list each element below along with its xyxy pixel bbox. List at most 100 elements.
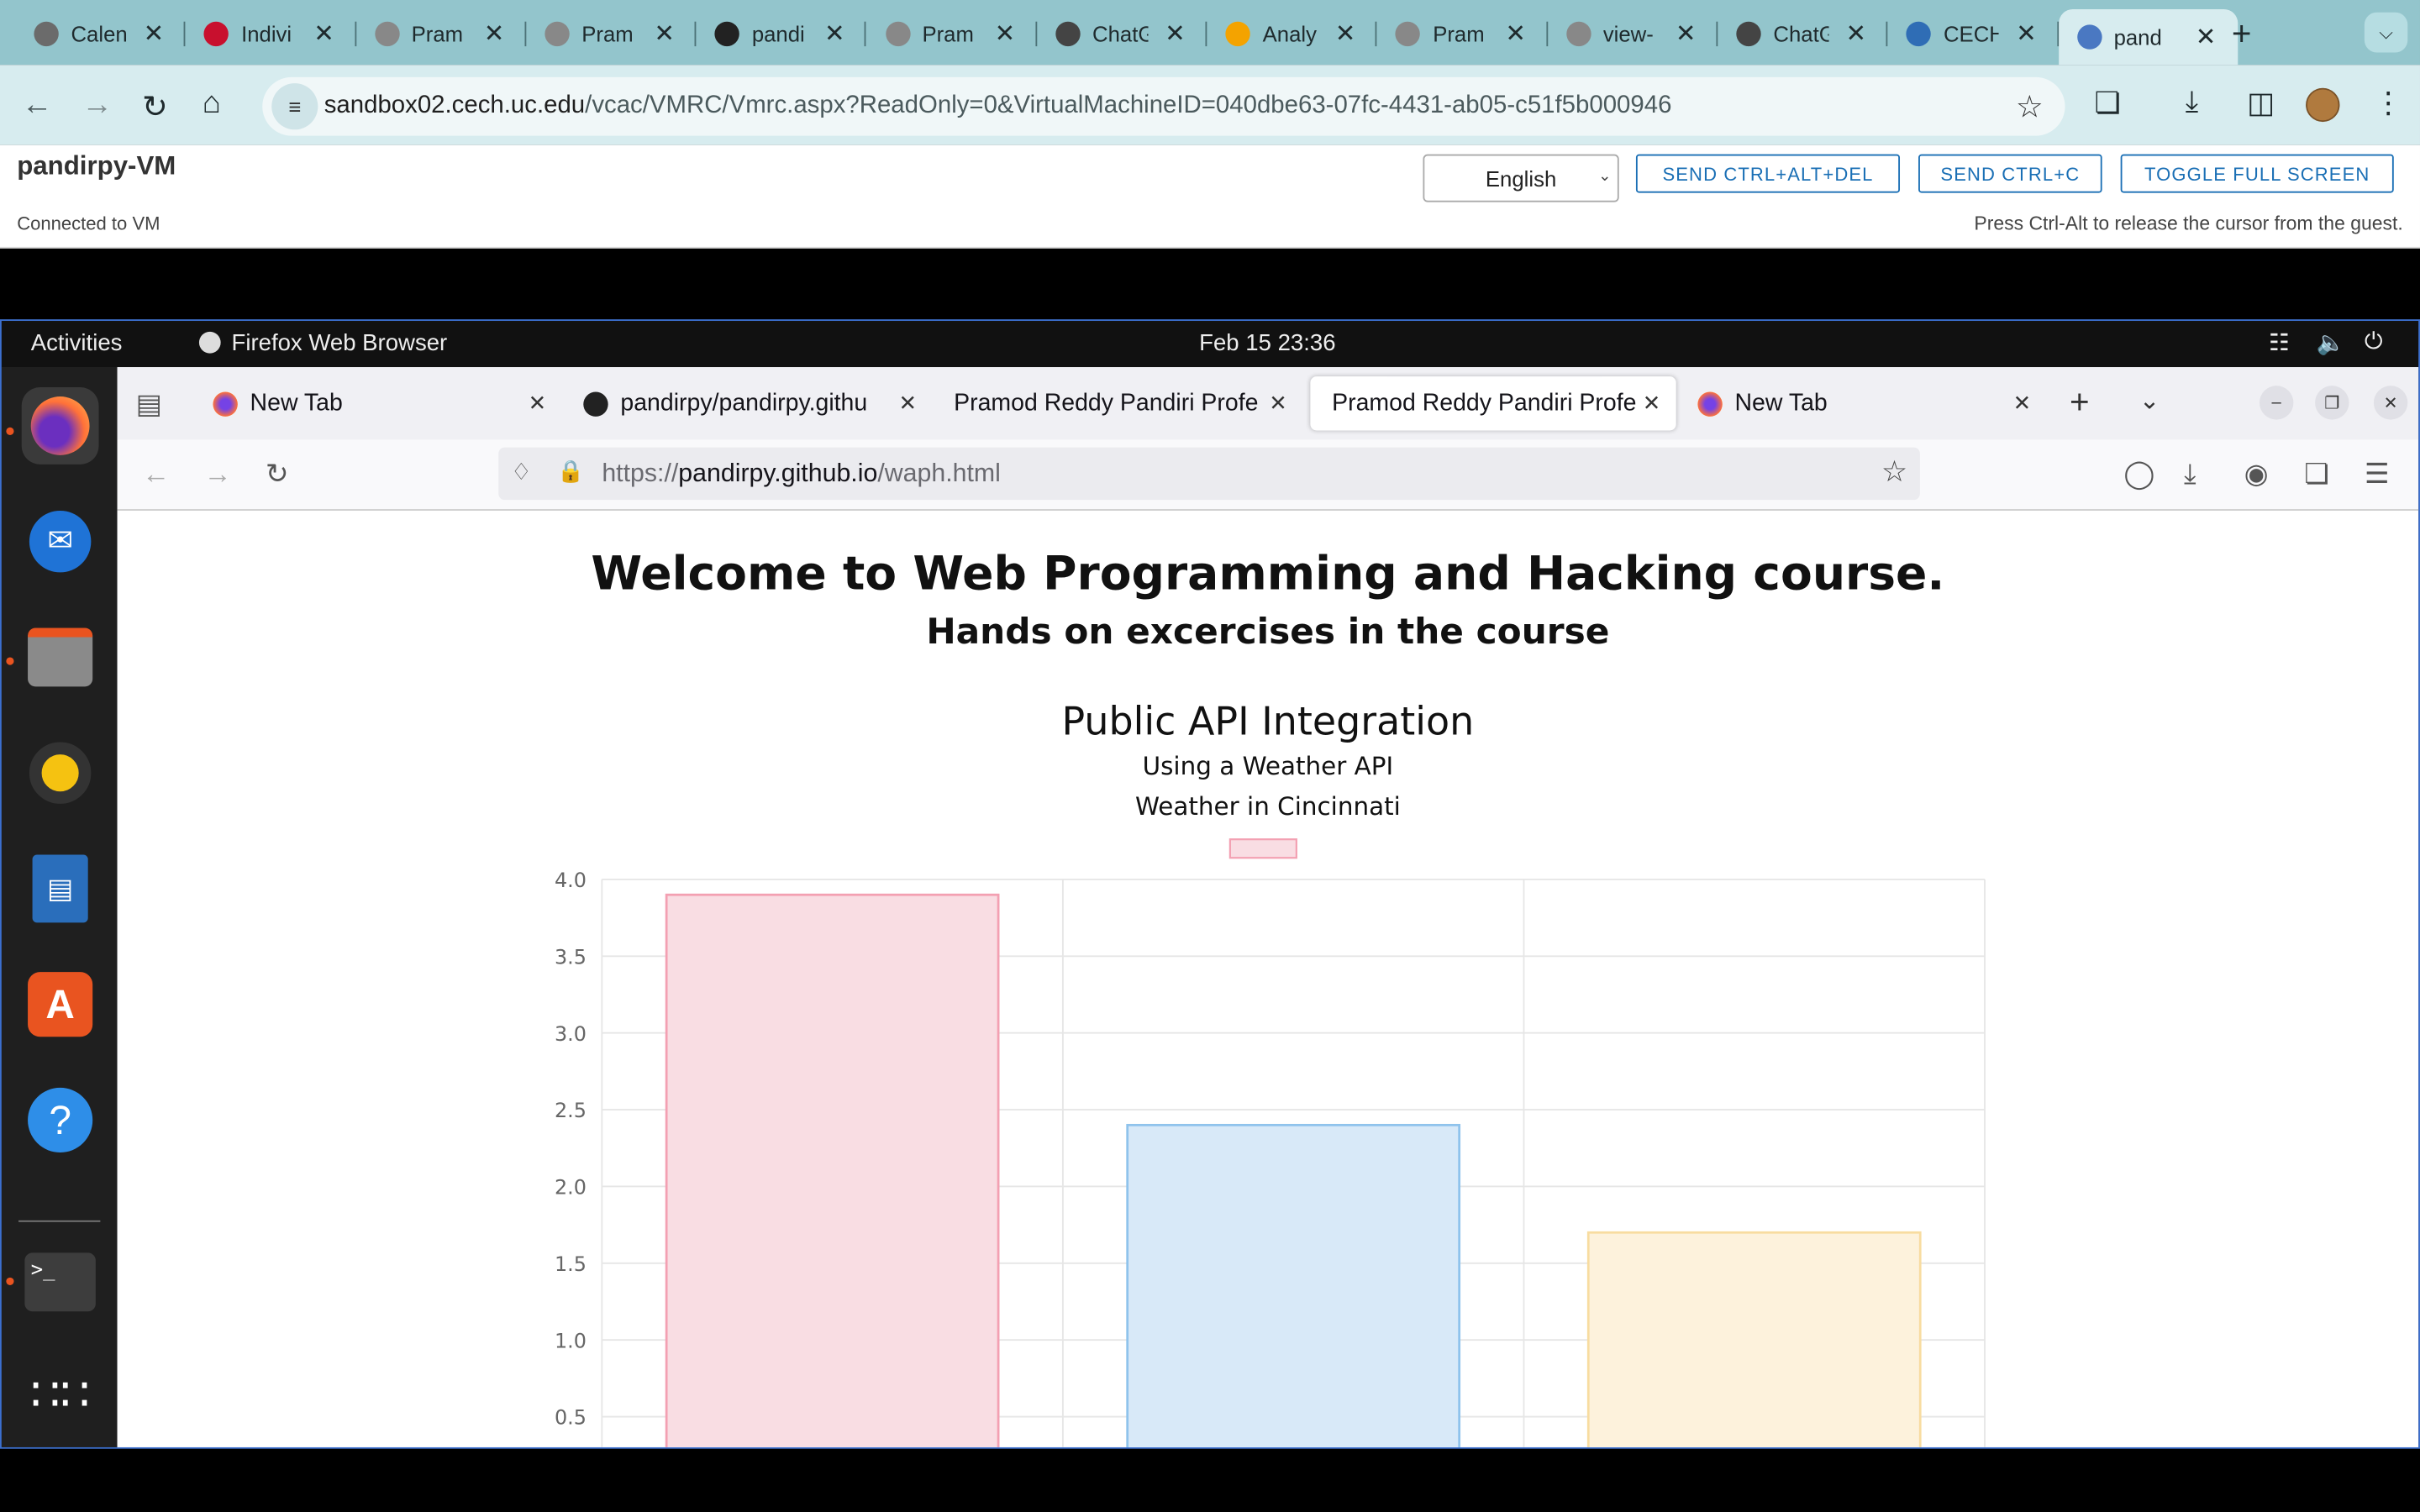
- thunderbird-icon[interactable]: ✉: [22, 503, 99, 580]
- tab-title: Pram: [581, 20, 634, 46]
- close-tab-icon[interactable]: ✕: [1505, 18, 1526, 49]
- terminal-icon[interactable]: >_: [22, 1243, 99, 1320]
- chrome-tab[interactable]: ChatG ✕: [1037, 11, 1208, 55]
- extensions-icon[interactable]: ❏: [2304, 459, 2329, 491]
- send-ctrl-c-button[interactable]: SEND CTRL+C: [1918, 154, 2102, 193]
- restore-icon[interactable]: ❐: [2315, 386, 2349, 420]
- back-icon[interactable]: ←: [142, 459, 170, 491]
- close-tab-icon[interactable]: ✕: [1335, 18, 1356, 49]
- firefox-icon[interactable]: [21, 387, 99, 465]
- firefox-url-bar[interactable]: ♢ 🔒 https://pandirpy.github.io/waph.html…: [498, 447, 1920, 501]
- tab-title: pand: [2113, 24, 2162, 50]
- bookmark-star-icon[interactable]: ☆: [2016, 88, 2044, 127]
- chrome-tab[interactable]: Indivi ✕: [186, 11, 357, 55]
- chrome-reload-icon[interactable]: ↻: [142, 88, 168, 127]
- chrome-back-icon[interactable]: ←: [22, 88, 53, 123]
- close-tab-icon[interactable]: ✕: [2016, 18, 2037, 49]
- close-tab-icon[interactable]: ✕: [1643, 391, 1661, 417]
- chrome-menu-icon[interactable]: ⋮: [2374, 87, 2403, 122]
- app-center-icon[interactable]: A: [22, 966, 99, 1043]
- chrome-tab[interactable]: view- ✕: [1548, 11, 1718, 55]
- close-window-icon[interactable]: ✕: [2373, 386, 2408, 420]
- downloads-icon[interactable]: ⤓: [2184, 459, 2196, 491]
- app-menu[interactable]: Firefox Web Browser: [198, 330, 447, 356]
- new-tab-plus-icon[interactable]: +: [2070, 383, 2090, 423]
- firefox-tab[interactable]: pandirpy/pandirpy.githu ✕: [562, 376, 933, 430]
- tab-title: Pram: [1433, 20, 1485, 46]
- github-favicon: [583, 391, 608, 416]
- firefox-view-icon[interactable]: ▤: [136, 389, 162, 422]
- profile-avatar[interactable]: [2306, 87, 2340, 123]
- help-icon[interactable]: ?: [22, 1082, 99, 1159]
- close-tab-icon[interactable]: ✕: [824, 18, 845, 49]
- chrome-forward-icon[interactable]: →: [82, 88, 113, 123]
- close-tab-icon[interactable]: ✕: [654, 18, 675, 49]
- close-tab-icon[interactable]: ✕: [2013, 391, 2032, 417]
- language-select[interactable]: English ⌄: [1423, 154, 1619, 202]
- chrome-tab[interactable]: Pram ✕: [356, 11, 527, 55]
- vm-console[interactable]: Activities Firefox Web Browser Feb 15 23…: [0, 319, 2420, 1449]
- bookmark-star-icon[interactable]: ☆: [1881, 455, 1907, 491]
- tab-favicon: [374, 20, 399, 46]
- chrome-tab-strip: Calen ✕ Indivi ✕ Pram ✕ Pram ✕ pandi ✕ Pram ✕ ChatG ✕…: [0, 0, 2420, 66]
- close-tab-icon[interactable]: ✕: [529, 391, 547, 417]
- chrome-tab[interactable]: Analy ✕: [1207, 11, 1378, 55]
- files-icon[interactable]: [22, 619, 99, 696]
- close-tab-icon[interactable]: ✕: [2196, 22, 2217, 53]
- tab-title: New Tab: [250, 389, 343, 416]
- close-tab-icon[interactable]: ✕: [1165, 18, 1186, 49]
- show-apps-icon[interactable]: ∷∷: [22, 1356, 99, 1433]
- volume-icon[interactable]: 🔈: [2317, 328, 2345, 356]
- libreoffice-writer-icon[interactable]: ▤: [22, 850, 99, 927]
- rhythmbox-icon[interactable]: [22, 734, 99, 811]
- minimize-icon[interactable]: –: [2259, 386, 2294, 420]
- firefox-window: ▤ New Tab ✕ pandirpy/pandirpy.githu ✕ Pram…: [117, 367, 2419, 1447]
- close-tab-icon[interactable]: ✕: [144, 18, 165, 49]
- clock[interactable]: Feb 15 23:36: [1199, 330, 1335, 356]
- dock-separator: [18, 1220, 101, 1222]
- chrome-tab[interactable]: CECH ✕: [1888, 11, 2059, 55]
- activities-button[interactable]: Activities: [31, 330, 123, 356]
- chrome-home-icon[interactable]: ⌂: [203, 87, 221, 122]
- close-tab-icon[interactable]: ✕: [1676, 18, 1697, 49]
- tab-title: Indivi: [241, 20, 292, 46]
- chrome-tab[interactable]: Pram ✕: [866, 11, 1038, 55]
- close-tab-icon[interactable]: ✕: [1846, 18, 1867, 49]
- tracking-protection-shield-icon[interactable]: ♢: [511, 459, 532, 486]
- toggle-full-screen-button[interactable]: TOGGLE FULL SCREEN: [2120, 154, 2394, 193]
- chrome-tab[interactable]: Pram ✕: [1377, 11, 1549, 55]
- site-info-icon[interactable]: ≡: [271, 83, 318, 130]
- extensions-icon[interactable]: ❏: [2094, 87, 2120, 122]
- tab-title: Pramod Reddy Pandiri Profe: [1332, 389, 1637, 416]
- pocket-icon[interactable]: ◯: [2123, 459, 2154, 491]
- lock-icon[interactable]: 🔒: [557, 459, 584, 485]
- firefox-tab[interactable]: New Tab ✕: [192, 376, 562, 430]
- firefox-tab[interactable]: Pramod Reddy Pandiri Profe ✕: [932, 376, 1302, 430]
- downloads-icon[interactable]: ⤓: [2186, 87, 2198, 120]
- chrome-tab-active[interactable]: pand ✕: [2058, 9, 2238, 66]
- hamburger-menu-icon[interactable]: ☰: [2365, 459, 2390, 491]
- close-tab-icon[interactable]: ✕: [898, 391, 917, 417]
- list-all-tabs-icon[interactable]: ⌄: [2139, 386, 2160, 417]
- close-tab-icon[interactable]: ✕: [484, 18, 505, 49]
- firefox-tab-active[interactable]: Pramod Reddy Pandiri Profe ✕: [1310, 376, 1676, 431]
- close-tab-icon[interactable]: ✕: [1269, 391, 1287, 417]
- gnome-top-bar: Activities Firefox Web Browser Feb 15 23…: [1, 321, 2419, 368]
- send-ctrl-alt-del-button[interactable]: SEND CTRL+ALT+DEL: [1635, 154, 1901, 193]
- close-tab-icon[interactable]: ✕: [313, 18, 334, 49]
- firefox-tab[interactable]: New Tab ✕: [1676, 376, 2047, 430]
- forward-icon[interactable]: →: [203, 459, 231, 491]
- account-icon[interactable]: ◉: [2244, 459, 2269, 491]
- chrome-tab-search-icon[interactable]: ⌵: [2364, 12, 2408, 53]
- chrome-tab[interactable]: Pram ✕: [526, 11, 697, 55]
- chrome-tab[interactable]: pandi ✕: [697, 11, 867, 55]
- chrome-address-bar[interactable]: ≡ sandbox02.cech.uc.edu/vcac/VMRC/Vmrc.a…: [262, 76, 2065, 136]
- chrome-tab[interactable]: Calen ✕: [15, 11, 187, 55]
- reload-icon[interactable]: ↻: [266, 459, 289, 491]
- chrome-new-tab-button[interactable]: +: [2232, 14, 2252, 55]
- network-icon[interactable]: ☷: [2269, 328, 2290, 356]
- chrome-tab[interactable]: ChatG ✕: [1718, 11, 1889, 55]
- close-tab-icon[interactable]: ✕: [995, 18, 1016, 49]
- side-panel-icon[interactable]: ◫: [2247, 87, 2275, 122]
- power-icon[interactable]: ⏻: [2365, 328, 2383, 354]
